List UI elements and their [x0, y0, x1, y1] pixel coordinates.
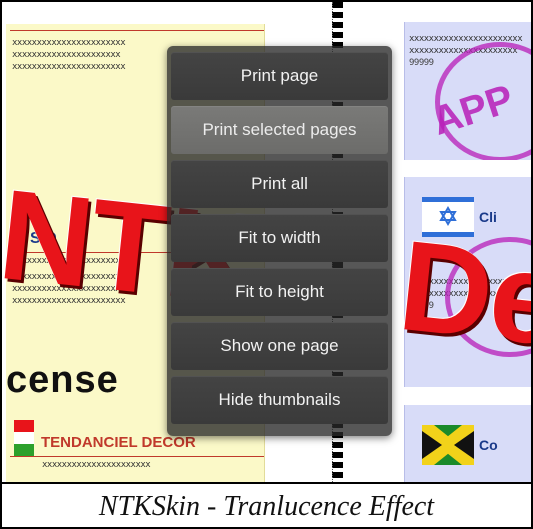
image-caption: NTKSkin - Tranlucence Effect [2, 482, 531, 527]
divider [10, 30, 264, 31]
menu-item-print-page[interactable]: Print page [171, 52, 388, 100]
menu-item-fit-to-width[interactable]: Fit to width [171, 214, 388, 262]
menu-item-hide-thumbnails[interactable]: Hide thumbnails [171, 376, 388, 424]
placeholder-text-line: xxxxxxxxxxxxxxxxxxxxxxx [12, 38, 126, 48]
divider [10, 456, 264, 457]
context-menu: Print page Print selected pages Print al… [167, 46, 392, 436]
page-card[interactable]: xxxxxxxxxxxxxxxxxxxxxxx xxxxxxxxxxxxxxxx… [404, 22, 531, 160]
number-text: 99999 [409, 58, 434, 68]
company-name: TENDANCIEL DECOR [41, 434, 196, 451]
placeholder-text-line: xxxxxxxxxxxxxxxxxxxxxx [12, 50, 121, 60]
saltire-icon [422, 425, 474, 465]
menu-item-print-selected-pages[interactable]: Print selected pages [171, 106, 388, 154]
jamaica-flag-icon [422, 425, 474, 465]
document-viewer[interactable]: xxxxxxxxxxxxxxxxxxxxxxx xxxxxxxxxxxxxxxx… [2, 2, 531, 482]
menu-item-show-one-page[interactable]: Show one page [171, 322, 388, 370]
watermark-right: De [392, 214, 531, 373]
placeholder-text-line: xxxxxxxxxxxxxxxxxxxxxxx [12, 62, 126, 72]
menu-item-fit-to-height[interactable]: Fit to height [171, 268, 388, 316]
menu-item-print-all[interactable]: Print all [171, 160, 388, 208]
flag-icon [14, 420, 34, 456]
license-heading: cense [6, 359, 119, 401]
screenshot-frame: xxxxxxxxxxxxxxxxxxxxxxx xxxxxxxxxxxxxxxx… [0, 0, 533, 529]
page-card[interactable]: Co [404, 405, 531, 482]
placeholder-text-line: xxxxxxxxxxxxxxxxxxxxxx [42, 460, 151, 470]
card-title: Co [479, 437, 498, 453]
